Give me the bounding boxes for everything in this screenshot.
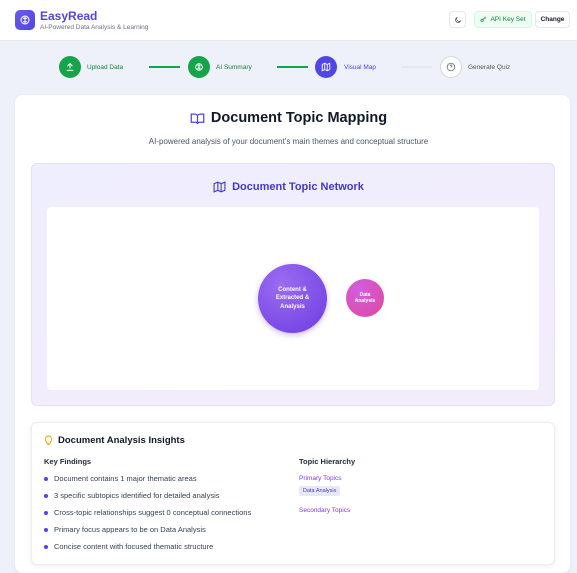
topic-hierarchy-heading: Topic Hierarchy bbox=[299, 457, 356, 466]
bullet-icon bbox=[44, 476, 48, 481]
step-visual-map-label: Visual Map bbox=[344, 64, 377, 71]
bullet-icon bbox=[44, 544, 48, 549]
step-quiz-label: Generate Quiz bbox=[468, 64, 511, 71]
insights-title-text: Document Analysis Insights bbox=[58, 435, 185, 446]
brain-logo-icon bbox=[15, 10, 35, 30]
finding-text: Cross-topic relationships suggest 0 conc… bbox=[54, 508, 252, 517]
step-connector bbox=[149, 66, 180, 68]
step-summary-circle[interactable] bbox=[188, 56, 210, 78]
topic-node-main[interactable]: Content & Extracted & Analysis bbox=[258, 264, 327, 333]
brain-icon bbox=[195, 63, 203, 71]
step-upload-label: Upload Data bbox=[87, 64, 124, 71]
key-findings-heading: Key Findings bbox=[44, 457, 92, 466]
step-quiz-circle[interactable] bbox=[440, 56, 462, 78]
step-connector bbox=[277, 66, 308, 68]
change-api-key-button[interactable]: Change bbox=[535, 11, 570, 28]
step-upload-circle[interactable] bbox=[59, 56, 81, 78]
insights-title: Document Analysis Insights bbox=[44, 435, 185, 446]
moon-icon bbox=[454, 16, 461, 23]
finding-text: 3 specific subtopics identified for deta… bbox=[54, 491, 220, 500]
theme-toggle-button[interactable] bbox=[449, 11, 466, 28]
finding-item: Document contains 1 major thematic areas bbox=[44, 474, 197, 483]
finding-text: Concise content with focused thematic st… bbox=[54, 542, 214, 551]
step-visual-map-circle[interactable] bbox=[315, 56, 337, 78]
network-title-text: Document Topic Network bbox=[232, 181, 364, 193]
finding-text: Primary focus appears to be on Data Anal… bbox=[54, 525, 206, 534]
step-connector bbox=[401, 66, 432, 68]
step-summary-label: AI Summary bbox=[216, 64, 252, 71]
bullet-icon bbox=[44, 527, 48, 532]
finding-text: Document contains 1 major thematic areas bbox=[54, 474, 197, 483]
app-header: EasyRead AI-Powered Data Analysis & Lear… bbox=[0, 0, 577, 41]
open-book-icon bbox=[190, 113, 205, 124]
finding-item: Primary focus appears to be on Data Anal… bbox=[44, 525, 206, 534]
page-title: Document Topic Mapping bbox=[0, 110, 577, 126]
page-title-text: Document Topic Mapping bbox=[210, 110, 388, 126]
app-name: EasyRead bbox=[40, 9, 98, 23]
network-title: Document Topic Network bbox=[0, 181, 577, 193]
topic-tag[interactable]: Data Analysis bbox=[299, 486, 341, 496]
key-icon bbox=[480, 16, 487, 22]
finding-item: Cross-topic relationships suggest 0 conc… bbox=[44, 508, 251, 517]
lightbulb-icon bbox=[44, 435, 53, 445]
finding-item: Concise content with focused thematic st… bbox=[44, 542, 213, 551]
bullet-icon bbox=[44, 510, 48, 515]
finding-item: 3 specific subtopics identified for deta… bbox=[44, 491, 220, 500]
api-status-label: API Key Set bbox=[490, 16, 526, 23]
api-key-status-badge: API Key Set bbox=[474, 11, 532, 28]
topic-node-label: Data Analysis bbox=[354, 291, 376, 305]
map-icon bbox=[213, 181, 226, 193]
topic-node-subtopic[interactable]: Data Analysis bbox=[346, 279, 384, 317]
map-icon bbox=[321, 62, 331, 72]
secondary-topics-label[interactable]: Secondary Topics bbox=[299, 507, 350, 514]
page-subtitle: AI-powered analysis of your document's m… bbox=[148, 137, 429, 146]
upload-icon bbox=[66, 62, 74, 71]
app-tagline: AI-Powered Data Analysis & Learning bbox=[40, 24, 149, 31]
primary-topics-label[interactable]: Primary Topics bbox=[299, 475, 342, 482]
topic-node-label: Content & Extracted & Analysis bbox=[275, 287, 310, 310]
bullet-icon bbox=[44, 493, 48, 498]
question-icon bbox=[446, 62, 456, 72]
